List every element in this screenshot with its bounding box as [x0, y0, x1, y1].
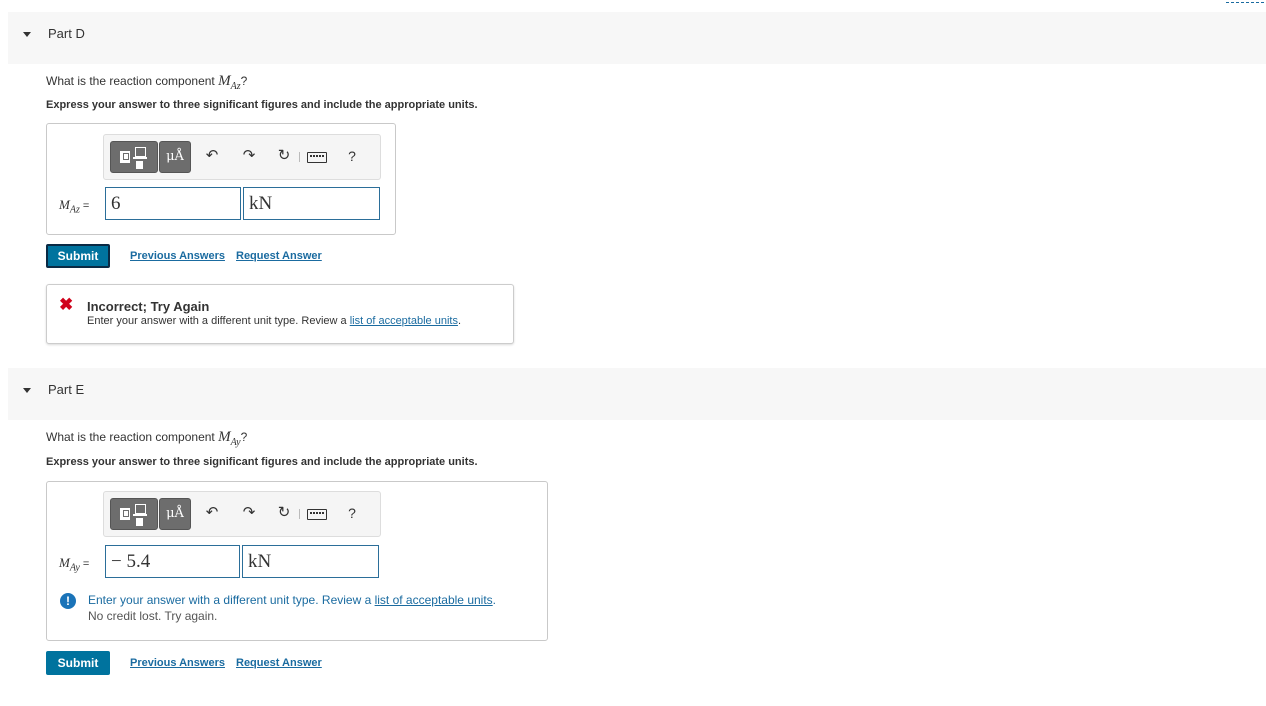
no-credit-lost-text: No credit lost. Try again.: [88, 609, 218, 623]
acceptable-units-link[interactable]: list of acceptable units: [375, 593, 493, 607]
caret-down-icon: [23, 32, 31, 37]
part-d-previous-answers-link[interactable]: Previous Answers: [130, 250, 225, 262]
undo-icon[interactable]: ↶: [200, 498, 224, 528]
templates-icon[interactable]: [110, 498, 158, 530]
part-e-instruction: Express your answer to three significant…: [46, 456, 478, 468]
part-e-submit-button[interactable]: Submit: [46, 651, 110, 675]
part-d-value-input[interactable]: 6: [105, 187, 241, 220]
part-d-variable-label: MAz =: [59, 197, 90, 216]
units-button[interactable]: μÅ: [159, 141, 191, 173]
help-icon[interactable]: ?: [340, 498, 364, 528]
part-e-math-toolbar: μÅ ↶ ↷ ↻ ?: [103, 491, 381, 537]
part-e-hint-feedback: ! Enter your answer with a different uni…: [60, 593, 496, 623]
part-d-math-toolbar: μÅ ↶ ↷ ↻ ?: [103, 134, 381, 180]
part-d-header[interactable]: Part D: [8, 12, 1266, 64]
part-e-value-input[interactable]: − 5.4: [105, 545, 240, 578]
part-d-submit-button[interactable]: Submit: [46, 244, 110, 268]
redo-icon[interactable]: ↷: [237, 141, 261, 171]
top-right-link-fragment[interactable]: [1226, 0, 1264, 3]
reset-icon[interactable]: ↻: [272, 141, 296, 171]
part-e-header[interactable]: Part E: [8, 368, 1266, 420]
part-d-title: Part D: [48, 26, 85, 41]
part-e-variable-label: MAy =: [59, 555, 90, 574]
part-d-answer-box: μÅ ↶ ↷ ↻ ? MAz = 6 kN: [46, 123, 396, 235]
part-d-feedback-box: ✖ Incorrect; Try Again Enter your answer…: [46, 284, 514, 344]
part-e-previous-answers-link[interactable]: Previous Answers: [130, 657, 225, 669]
part-d-question: What is the reaction component MAz?: [46, 73, 248, 92]
help-icon[interactable]: ?: [340, 141, 364, 171]
exclamation-icon: !: [60, 593, 76, 609]
part-e-title: Part E: [48, 382, 85, 397]
caret-down-icon: [23, 388, 31, 393]
reset-icon[interactable]: ↻: [272, 498, 296, 528]
undo-icon[interactable]: ↶: [200, 141, 224, 171]
part-e-question: What is the reaction component MAy?: [46, 429, 248, 448]
templates-icon[interactable]: [110, 141, 158, 173]
part-d-request-answer-link[interactable]: Request Answer: [236, 250, 322, 262]
acceptable-units-link[interactable]: list of acceptable units: [350, 315, 458, 327]
part-e-answer-box: μÅ ↶ ↷ ↻ ? MAy = − 5.4 kN ! Enter your a…: [46, 481, 548, 641]
incorrect-x-icon: ✖: [59, 295, 74, 314]
feedback-message: Enter your answer with a different unit …: [87, 315, 462, 327]
part-d-instruction: Express your answer to three significant…: [46, 99, 478, 111]
keyboard-icon[interactable]: [299, 141, 330, 171]
part-e-unit-input[interactable]: kN: [242, 545, 379, 578]
part-e-request-answer-link[interactable]: Request Answer: [236, 657, 322, 669]
redo-icon[interactable]: ↷: [237, 498, 261, 528]
part-d-unit-input[interactable]: kN: [243, 187, 380, 220]
feedback-title: Incorrect; Try Again: [87, 299, 210, 314]
units-button[interactable]: μÅ: [159, 498, 191, 530]
keyboard-icon[interactable]: [299, 498, 330, 528]
